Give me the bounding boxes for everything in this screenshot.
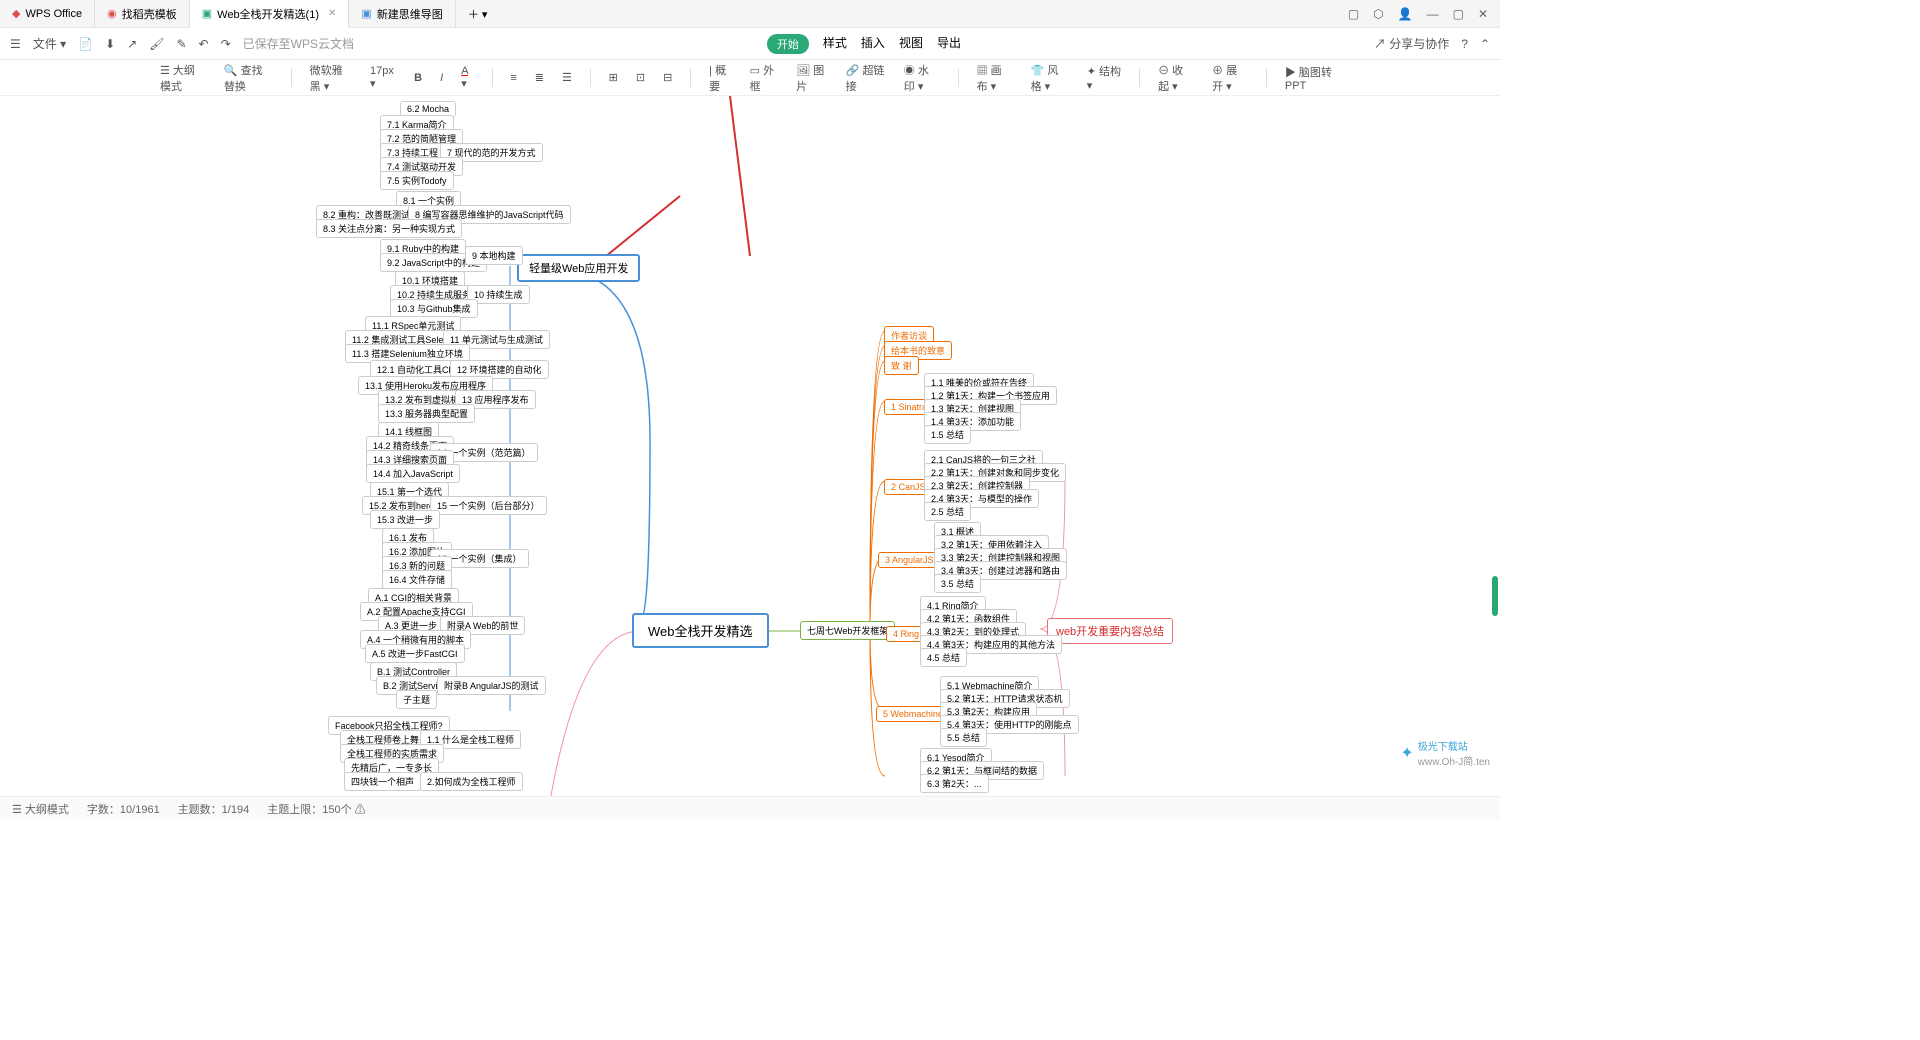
n[interactable]: 14.4 加入JavaScript	[366, 464, 460, 483]
n[interactable]: 15 一个实例（后台部分）	[430, 496, 547, 515]
n[interactable]: 2.5 总结	[924, 502, 971, 521]
node-right1[interactable]: 七周七Web开发框架	[800, 621, 895, 640]
n[interactable]: A.5 改进一步FastCGI	[365, 644, 465, 663]
n[interactable]: 3 AngularJS	[878, 552, 941, 568]
tab-new[interactable]: ▣新建思维导图	[349, 0, 455, 28]
watermark-button[interactable]: ◉ 水印 ▾	[904, 62, 940, 94]
collapse-button[interactable]: ⊖ 收起 ▾	[1158, 62, 1194, 94]
redo-icon[interactable]: ↷	[221, 37, 231, 51]
n[interactable]: 13.3 服务器典型配置	[378, 404, 475, 423]
close-win-icon[interactable]: ✕	[1478, 7, 1488, 21]
max-icon[interactable]: ▢	[1453, 7, 1464, 21]
mindmap-canvas[interactable]: 轻量级Web应用开发 Web全栈开发精选 七周七Web开发框架 web开发重要内…	[0, 96, 1500, 796]
node-icon3[interactable]: ⊟	[663, 71, 672, 84]
tab-doc[interactable]: ▣Web全栈开发精选(1)✕	[190, 0, 350, 28]
export-icon[interactable]: ↗	[127, 37, 137, 51]
n[interactable]: 3.5 总结	[934, 574, 981, 593]
node-right2[interactable]: web开发重要内容总结	[1047, 618, 1173, 644]
link-button[interactable]: 🔗 超链接	[846, 62, 886, 94]
n[interactable]: 9 本地构建	[465, 246, 523, 265]
expand-button[interactable]: ⊕ 展开 ▾	[1212, 62, 1248, 94]
avatar-icon[interactable]: 👤	[1398, 7, 1413, 21]
color-button[interactable]: A ▾	[461, 65, 473, 90]
menu-start[interactable]: 开始	[767, 34, 809, 54]
file-menu[interactable]: 文件 ▾	[33, 35, 66, 52]
undo-icon[interactable]: ↶	[199, 37, 209, 51]
border-button[interactable]: ▭ 外框	[750, 62, 779, 94]
pen-icon[interactable]: ✎	[176, 37, 186, 51]
style-button[interactable]: 👕 风格 ▾	[1031, 62, 1069, 94]
min-icon[interactable]: —	[1427, 7, 1439, 21]
n[interactable]: 7.5 实例Todofy	[380, 171, 454, 190]
image-button[interactable]: 🖼 图片	[796, 62, 827, 94]
scrollbar[interactable]	[1492, 576, 1498, 616]
tab-template[interactable]: ◉找稻壳模板	[95, 0, 190, 28]
status-limit: 主题上限：150个 ⚠	[267, 801, 365, 817]
new-tab-button[interactable]: ＋ ▾	[456, 0, 500, 28]
n[interactable]: 15.3 改进一步	[370, 510, 440, 529]
canvas-button[interactable]: ▦ 画布 ▾	[977, 62, 1013, 94]
share-button[interactable]: ↗ 分享与协作	[1374, 35, 1449, 52]
align-right-icon[interactable]: ☰	[562, 71, 572, 84]
menu-icon[interactable]: ☰	[10, 37, 21, 51]
menu-insert[interactable]: 插入	[861, 34, 885, 54]
n[interactable]: 2.如何成为全栈工程师	[420, 772, 523, 791]
n[interactable]: 5.5 总结	[940, 728, 987, 747]
structure-button[interactable]: ✦ 结构 ▾	[1087, 63, 1122, 92]
brush-icon[interactable]: 🖌	[149, 37, 164, 51]
status-words: 字数：10/1961	[87, 801, 160, 817]
align-center-icon[interactable]: ≣	[535, 71, 544, 84]
align-left-icon[interactable]: ≡	[510, 72, 516, 84]
size-select[interactable]: 17px ▾	[370, 65, 396, 90]
summary-button[interactable]: | 概要	[709, 62, 732, 94]
watermark: ✦ 极光下载站www.Oh-J简.ten	[1400, 738, 1490, 768]
node-selected[interactable]: 轻量级Web应用开发	[517, 254, 640, 282]
cube-icon[interactable]: ⬡	[1373, 7, 1383, 21]
find-replace[interactable]: 🔍 查找替换	[224, 62, 273, 94]
node-icon2[interactable]: ⊡	[636, 71, 645, 84]
menu-export[interactable]: 导出	[937, 34, 961, 54]
n[interactable]: 6.3 第2天：...	[920, 774, 989, 793]
bold-button[interactable]: B	[414, 72, 422, 84]
open-icon[interactable]: 📄	[78, 37, 93, 51]
download-icon[interactable]: ⬇	[105, 37, 115, 51]
collapse-icon[interactable]: ⌃	[1480, 37, 1490, 51]
n[interactable]: 子主题	[396, 690, 437, 709]
font-select[interactable]: 微软雅黑 ▾	[310, 62, 352, 94]
save-status: 已保存至WPS云文档	[243, 35, 354, 52]
layout-icon[interactable]: ▢	[1348, 7, 1359, 21]
status-topics: 主题数：1/194	[178, 801, 250, 817]
n[interactable]: 16.4 文件存储	[382, 570, 452, 589]
menu-style[interactable]: 样式	[823, 34, 847, 54]
status-outline[interactable]: ☰ 大纲模式	[12, 801, 69, 817]
close-icon[interactable]: ✕	[328, 8, 336, 19]
n[interactable]: 四块钱一个相声	[344, 772, 421, 791]
outline-mode[interactable]: ☰ 大纲模式	[160, 62, 206, 94]
node-icon1[interactable]: ⊞	[609, 71, 618, 84]
n[interactable]: 致 谢	[884, 356, 919, 375]
n[interactable]: 附录B AngularJS的测试	[437, 676, 546, 695]
italic-button[interactable]: I	[440, 72, 443, 84]
n[interactable]: 1.5 总结	[924, 425, 971, 444]
n[interactable]: 5 Webmachine	[876, 706, 950, 722]
menu-view[interactable]: 视图	[899, 34, 923, 54]
n[interactable]: 8.3 关注点分离：另一种实现方式	[316, 219, 462, 238]
toppt-button[interactable]: ▶ 脑图转PPT	[1285, 64, 1340, 92]
n[interactable]: 4.5 总结	[920, 648, 967, 667]
help-icon[interactable]: ?	[1461, 37, 1468, 51]
tab-wps[interactable]: ◆WPS Office	[0, 0, 95, 28]
node-center[interactable]: Web全栈开发精选	[632, 613, 769, 648]
